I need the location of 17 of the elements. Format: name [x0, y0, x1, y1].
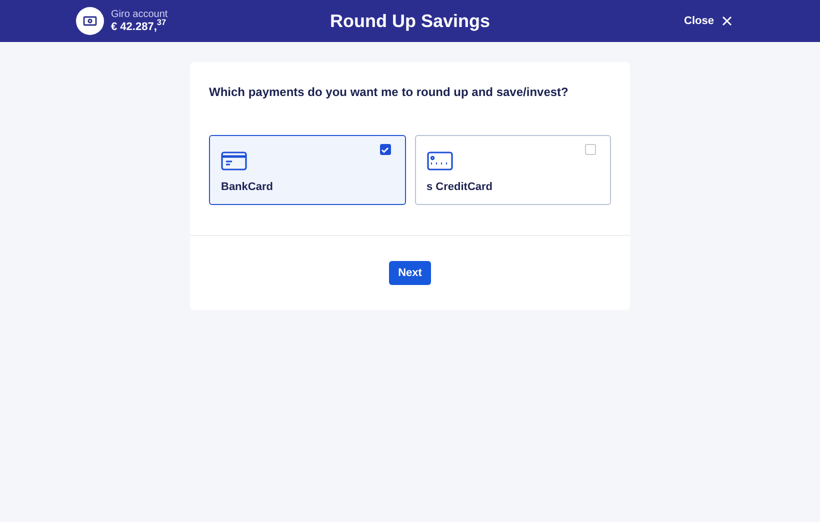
checkbox[interactable] — [380, 144, 390, 155]
check-icon — [381, 146, 389, 154]
account-name: Giro account — [111, 10, 168, 20]
close-icon — [722, 16, 732, 26]
next-button[interactable]: Next — [389, 261, 431, 285]
card-label: BankCard — [221, 180, 274, 195]
close-button[interactable]: Close — [544, 12, 744, 30]
card-icon — [221, 151, 247, 171]
card-label: s CreditCard — [426, 180, 494, 195]
page-title: Round Up Savings — [330, 10, 490, 33]
account-balance: € 42.287,$^{37}$ — [111, 22, 168, 32]
payment-card-option[interactable]: BankCard — [209, 135, 406, 205]
payment-card-option[interactable]: s CreditCard — [414, 135, 611, 205]
card-icon — [426, 151, 452, 171]
checkbox[interactable] — [585, 144, 596, 155]
question-text: Which payments do you want me to round up and save/invest? — [209, 84, 570, 101]
banknote-icon — [83, 16, 97, 26]
